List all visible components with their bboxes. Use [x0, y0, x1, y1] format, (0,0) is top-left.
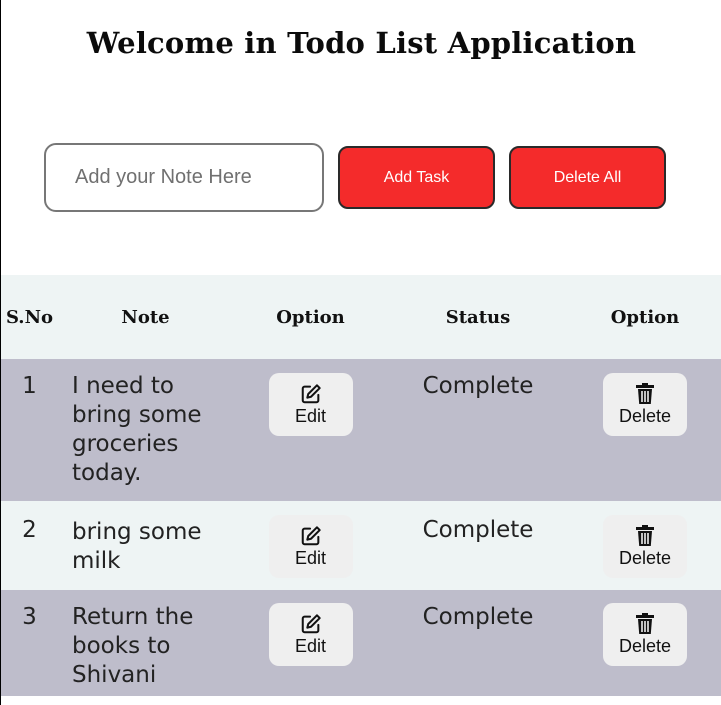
row-edit-cell: Edit	[233, 590, 388, 696]
trash-icon	[603, 613, 687, 637]
table-row: 1 I need to bring some groceries today. …	[1, 359, 721, 501]
header-option-delete: Option	[568, 275, 721, 359]
row-status: Complete	[388, 501, 568, 590]
delete-all-button[interactable]: Delete All	[509, 146, 666, 209]
edit-icon	[269, 383, 353, 407]
delete-label: Delete	[618, 406, 672, 426]
table-header-row: S.No Note Option Status Option	[1, 275, 721, 359]
edit-label: Edit	[294, 548, 327, 568]
header-option-edit: Option	[233, 275, 388, 359]
table-row: 2 bring some milk Edit Complete Delete	[1, 501, 721, 590]
row-sno: 2	[1, 501, 58, 590]
edit-button[interactable]: Edit	[268, 603, 353, 666]
edit-label: Edit	[294, 636, 327, 656]
edit-button[interactable]: Edit	[268, 373, 353, 436]
add-task-button[interactable]: Add Task	[338, 146, 495, 209]
row-delete-cell: Delete	[568, 359, 721, 501]
edit-icon	[269, 613, 353, 637]
header-status: Status	[388, 275, 568, 359]
row-sno: 1	[1, 359, 58, 501]
row-status: Complete	[388, 359, 568, 501]
edit-label: Edit	[294, 406, 327, 426]
delete-button[interactable]: Delete	[603, 515, 687, 578]
row-note: I need to bring some groceries today.	[58, 359, 233, 501]
row-status: Complete	[388, 590, 568, 696]
trash-icon	[603, 383, 687, 407]
header-sno: S.No	[1, 275, 58, 359]
row-note: bring some milk	[58, 501, 233, 590]
note-input[interactable]	[44, 143, 324, 212]
delete-label: Delete	[618, 548, 672, 568]
row-note: Return the books to Shivani	[58, 590, 233, 696]
delete-button[interactable]: Delete	[603, 373, 687, 436]
edit-icon	[269, 525, 353, 549]
row-edit-cell: Edit	[233, 359, 388, 501]
trash-icon	[603, 525, 687, 549]
table-row: 3 Return the books to Shivani Edit Compl…	[1, 590, 721, 696]
delete-button[interactable]: Delete	[603, 603, 687, 666]
edit-button[interactable]: Edit	[268, 515, 353, 578]
header-note: Note	[58, 275, 233, 359]
todo-table: S.No Note Option Status Option 1 I need …	[1, 275, 721, 696]
page-title: Welcome in Todo List Application	[86, 26, 637, 60]
row-edit-cell: Edit	[233, 501, 388, 590]
row-delete-cell: Delete	[568, 501, 721, 590]
delete-label: Delete	[618, 636, 672, 656]
row-sno: 3	[1, 590, 58, 696]
row-delete-cell: Delete	[568, 590, 721, 696]
